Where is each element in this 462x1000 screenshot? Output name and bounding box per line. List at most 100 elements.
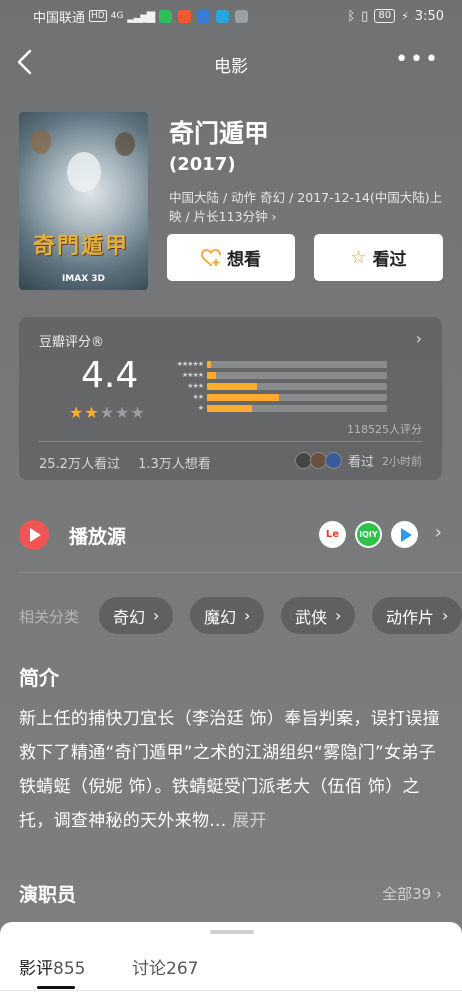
rating-bar-track (207, 394, 387, 401)
tab-reviews[interactable]: 影评855 (19, 954, 85, 979)
rating-bar-fill (207, 361, 211, 368)
nav-bar: 电影 ••• (0, 40, 462, 84)
rating-bar-stars: ★★★★ (181, 371, 204, 379)
watched-button[interactable]: ☆ 看过 (314, 234, 443, 281)
related-categories: 相关分类 奇幻 › 魔幻 › 武侠 › 动作片 › (19, 597, 462, 635)
vibrate-icon: ▯ (361, 8, 369, 24)
chevron-right-icon: › (442, 606, 449, 625)
rating-bar-row: ★★ (164, 392, 387, 403)
clock-label: 3:50 (414, 8, 444, 24)
rating-bar-fill (207, 405, 252, 412)
app-notification-icon (216, 9, 230, 23)
rating-bar-row: ★ (164, 403, 387, 414)
rating-bar-fill (207, 394, 279, 401)
rating-stars: ★★★★★ (69, 403, 146, 422)
category-chip-label: 奇幻 (113, 607, 146, 627)
rating-bar-fill (207, 372, 216, 379)
rating-bar-track (207, 405, 387, 412)
charging-icon: ⚡ (401, 9, 409, 23)
cast-heading: 演职员 (19, 884, 77, 906)
watch-stats: 25.2万人看过 1.3万人想看 (39, 453, 225, 472)
chevron-right-icon: › (153, 606, 160, 625)
divider (19, 572, 462, 573)
poster-title: 奇門遁甲 (33, 233, 130, 259)
star-empty-icon: ★ (99, 403, 116, 422)
signal-icon: ▂▃▅▇ (127, 9, 155, 23)
chevron-right-icon: › (415, 329, 422, 348)
rating-bar-fill (207, 383, 258, 390)
app-notification-icon (235, 9, 249, 23)
rating-bar-track (207, 383, 387, 390)
poster-figure (67, 152, 101, 192)
rating-bar-stars: ★★ (192, 393, 204, 401)
rating-bar-track (207, 372, 387, 379)
star-empty-icon: ★ (130, 403, 146, 422)
category-chip-label: 魔幻 (204, 607, 237, 627)
want-count: 1.3万人想看 (138, 457, 211, 472)
heart-plus-icon (201, 248, 221, 266)
play-icon (19, 520, 49, 550)
categories-label: 相关分类 (19, 608, 80, 626)
intro-text: 新上任的捕快刀宜长（李治廷 饰）奉旨判案，误打误撞救下了精通“奇门遁甲”之术的江… (19, 702, 444, 838)
rating-bar-track (207, 361, 387, 368)
rating-bar-row: ★★★★★ (164, 359, 387, 370)
want-to-watch-button[interactable]: 想看 (167, 234, 295, 281)
carrier-label: 中国联通 (33, 10, 86, 26)
chevron-right-icon: › (434, 522, 442, 543)
drag-handle[interactable] (210, 930, 254, 934)
expand-link[interactable]: 展开 (232, 811, 267, 831)
movie-meta-link[interactable]: 中国大陆 / 动作 奇幻 / 2017-12-14(中国大陆)上映 / 片长11… (169, 188, 451, 226)
poster-figure (31, 130, 51, 154)
more-button[interactable]: ••• (395, 49, 440, 71)
tab-reviews-label: 影评 (19, 959, 53, 979)
rating-distribution: ★★★★★ ★★★★ ★★★ ★★ ★ (164, 359, 387, 414)
rating-bar-row: ★★★ (164, 381, 387, 392)
movie-title: 奇门遁甲 (169, 119, 270, 148)
category-chip[interactable]: 动作片 › (372, 597, 462, 634)
chevron-right-icon: › (244, 606, 251, 625)
tencent-video-logo-icon[interactable] (391, 521, 418, 548)
status-bar: 中国联通 HD 4G ▂▃▅▇ ᛒ ▯ 80 ⚡ 3:50 (0, 0, 462, 32)
rating-card[interactable]: 豆瓣评分® › 4.4 ★★★★★ ★★★★★ ★★★★ ★★★ ★★ ★ 118525… (19, 317, 442, 480)
divider (0, 990, 462, 991)
bottom-sheet: 影评855 讨论267 (0, 922, 462, 1000)
rating-bar-stars: ★★★ (187, 382, 204, 390)
battery-icon: 80 (374, 9, 396, 23)
cast-all-link[interactable]: 全部39 › (382, 883, 442, 904)
watched-label: 看过 (372, 250, 407, 270)
network-type-label: 4G (110, 11, 124, 21)
tab-reviews-count: 855 (53, 959, 86, 979)
chevron-right-icon: › (335, 606, 342, 625)
page-title: 电影 (214, 57, 248, 77)
letv-logo-icon[interactable]: Le (319, 521, 346, 548)
app-notification-icon (197, 9, 211, 23)
movie-poster[interactable]: 奇門遁甲 IMAX 3D (19, 112, 148, 290)
recent-activity[interactable]: 看过 2小时前 (294, 451, 422, 470)
play-source-label: 播放源 (69, 526, 127, 548)
rating-bar-stars: ★ (197, 404, 204, 412)
tab-discussions-label: 讨论 (132, 959, 166, 979)
category-chip[interactable]: 魔幻 › (190, 597, 265, 634)
iqiyi-logo-icon[interactable]: iQIY (355, 521, 382, 548)
category-chip[interactable]: 奇幻 › (99, 597, 174, 634)
app-notification-icon (178, 9, 192, 23)
tab-discussions-count: 267 (166, 959, 199, 979)
poster-format: IMAX 3D (61, 274, 106, 284)
intro-heading: 简介 (19, 666, 59, 690)
bluetooth-icon: ᛒ (347, 8, 356, 24)
rating-count: 118525人评分 (347, 423, 422, 436)
seen-count: 25.2万人看过 (39, 457, 120, 472)
play-source-row[interactable]: 播放源 Le iQIY › (19, 516, 442, 556)
star-outline-icon: ☆ (350, 247, 367, 268)
category-chip-label: 武侠 (295, 607, 328, 627)
rating-bar-row: ★★★★ (164, 370, 387, 381)
movie-header: 奇門遁甲 IMAX 3D 奇门遁甲 (2017) 中国大陆 / 动作 奇幻 / … (19, 110, 449, 295)
tab-discussions[interactable]: 讨论267 (132, 954, 198, 979)
poster-figure (115, 132, 135, 156)
star-empty-icon: ★ (115, 403, 131, 422)
rating-bar-stars: ★★★★★ (176, 360, 204, 368)
recent-activity-label: 看过 (347, 455, 374, 470)
rating-label: 豆瓣评分® (39, 335, 105, 350)
category-chip[interactable]: 武侠 › (281, 597, 356, 634)
rating-score: 4.4 (81, 355, 139, 396)
